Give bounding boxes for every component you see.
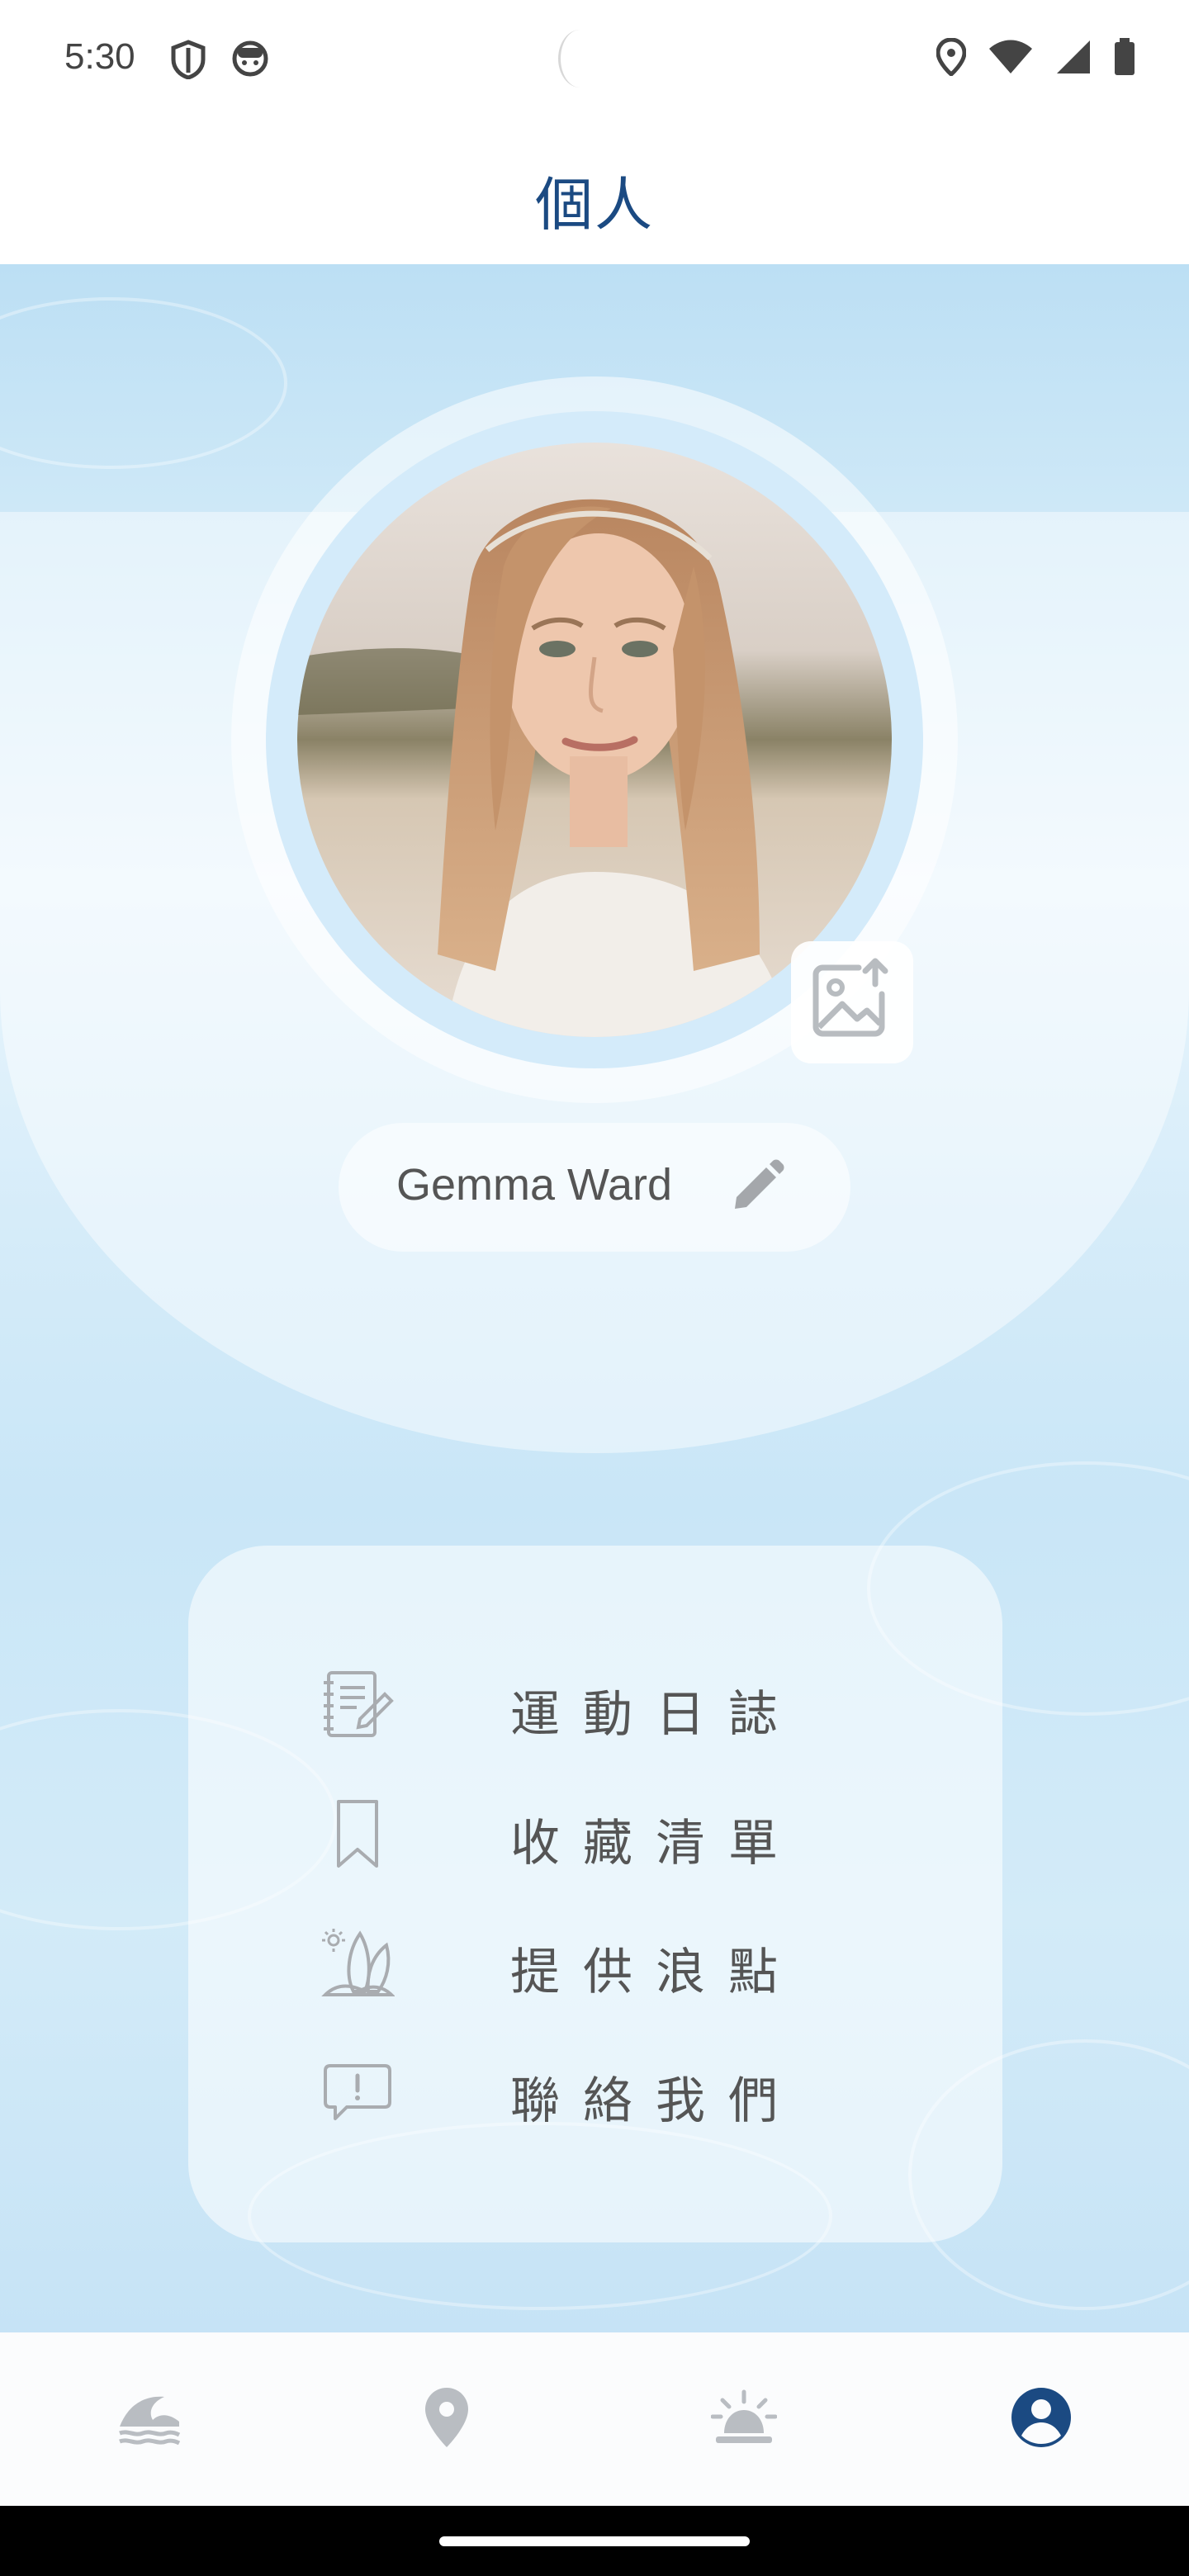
battery-icon: [1113, 38, 1136, 79]
menu-item-favorites[interactable]: 收藏清單: [188, 1780, 1002, 1879]
wave-icon: [116, 2389, 182, 2450]
image-upload-icon: [808, 956, 897, 1049]
upload-photo-button[interactable]: [791, 941, 913, 1063]
menu-item-label: 聯絡我們: [510, 2072, 801, 2130]
bottom-nav: [0, 2332, 1189, 2506]
wifi-icon: [988, 39, 1034, 78]
profile-name-field[interactable]: Gemma Ward: [339, 1123, 850, 1252]
system-navigation-bar: [0, 2506, 1189, 2576]
menu-item-label: 收藏清單: [510, 1815, 801, 1873]
android-face-icon: [231, 40, 269, 83]
menu-item-workout-log[interactable]: 運動日誌: [188, 1651, 1002, 1750]
status-time: 5:30: [64, 36, 135, 77]
menu-item-submit-surf-spot[interactable]: 提供浪點: [188, 1909, 1002, 2008]
menu-item-label: 提供浪點: [510, 1944, 801, 2001]
feedback-icon: [320, 2054, 395, 2129]
account-icon: [1010, 2386, 1073, 2452]
surfboard-icon: [320, 1925, 396, 2000]
profile-screen: Gemma Ward 運動日誌 收藏清單 提供浪點 聯絡我們: [0, 264, 1189, 2332]
notebook-edit-icon: [320, 1668, 395, 1742]
nav-alerts[interactable]: [699, 2374, 789, 2465]
nav-map[interactable]: [401, 2374, 492, 2465]
nav-waves[interactable]: [104, 2374, 195, 2465]
nav-profile[interactable]: [996, 2374, 1087, 2465]
menu-item-label: 運動日誌: [510, 1686, 801, 1744]
menu-card: 運動日誌 收藏清單 提供浪點 聯絡我們: [188, 1546, 1002, 2242]
profile-name: Gemma Ward: [396, 1160, 673, 1210]
home-indicator[interactable]: [439, 2536, 750, 2546]
bookmark-icon: [320, 1797, 395, 1871]
camera-cutout: [558, 30, 602, 88]
sunrise-icon: [710, 2389, 778, 2450]
page-title: 個人: [535, 171, 654, 239]
menu-item-contact-us[interactable]: 聯絡我們: [188, 2038, 1002, 2137]
location-pin-icon: [424, 2386, 470, 2452]
signal-icon: [1055, 39, 1092, 78]
shield-icon: [170, 40, 206, 83]
water-ripple: [0, 297, 287, 469]
app-header: 個人: [0, 124, 1189, 264]
location-icon: [936, 37, 967, 79]
pencil-icon[interactable]: [727, 1158, 786, 1220]
status-bar: 5:30: [0, 0, 1189, 124]
